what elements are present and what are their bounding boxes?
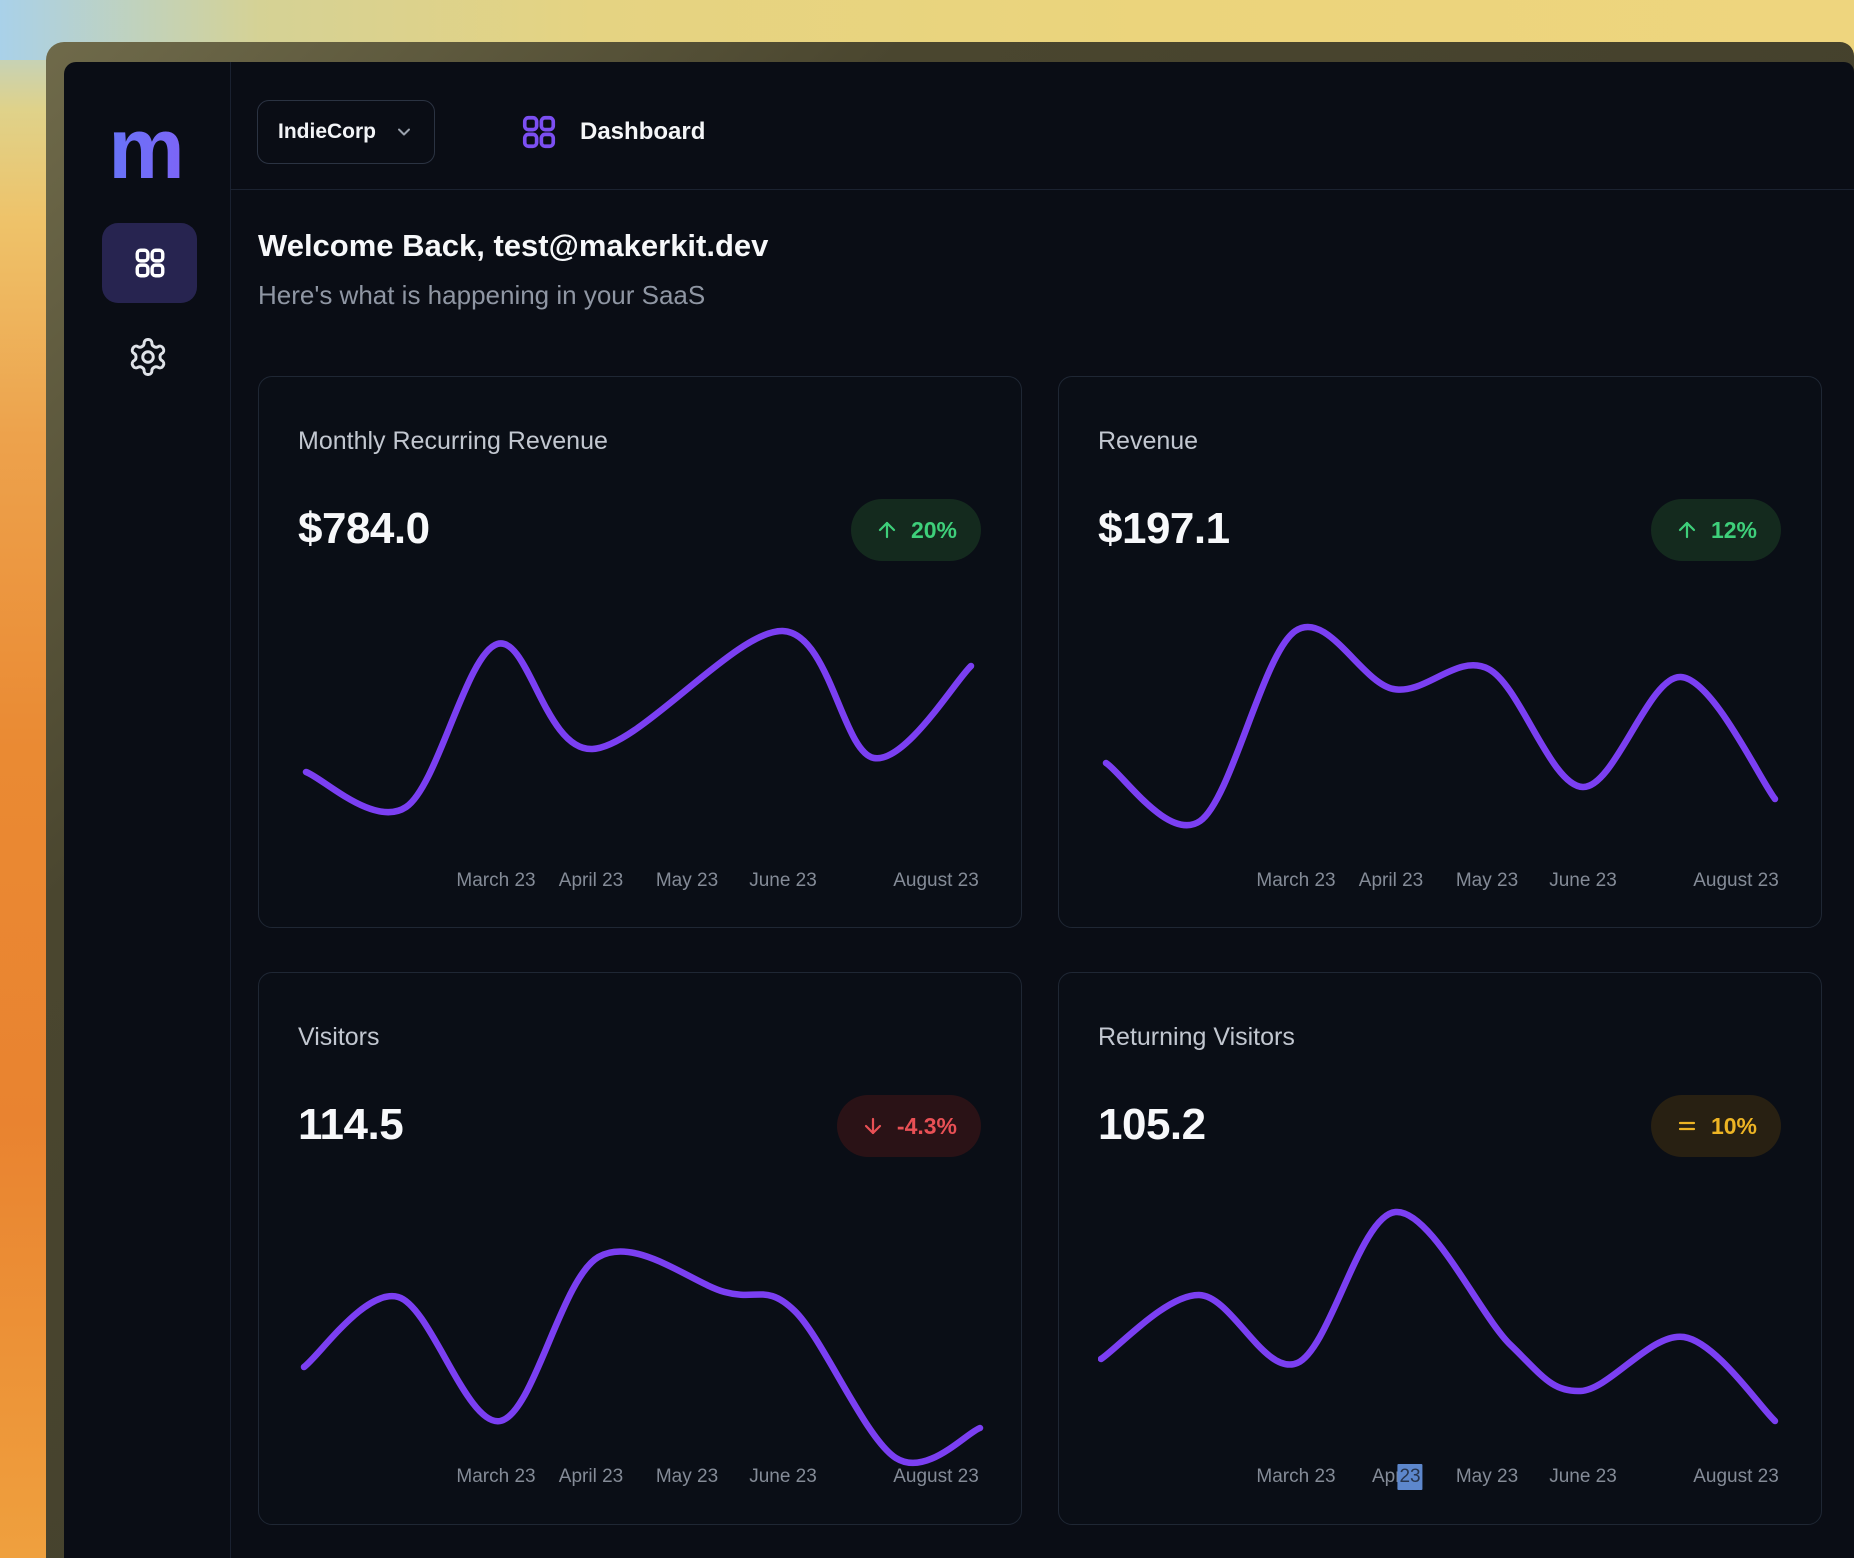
x-axis-label: August 23 xyxy=(893,868,979,894)
x-axis-label: March 23 xyxy=(1256,868,1335,894)
x-axis-labels: March 23 April 23 May 23 June 23 August 23 xyxy=(1098,1464,1784,1490)
welcome-section: Welcome Back, test@makerkit.dev Here's w… xyxy=(258,226,768,312)
sidebar-item-dashboard[interactable] xyxy=(102,223,197,303)
selection-highlight: 23 xyxy=(1397,1464,1422,1490)
x-axis-labels: March 23 April 23 May 23 June 23 August 23 xyxy=(1098,868,1784,894)
x-axis-label: April 23 xyxy=(559,1464,623,1490)
welcome-subheading: Here's what is happening in your SaaS xyxy=(258,278,768,312)
arrow-up-icon xyxy=(875,518,899,542)
x-axis-label: May 23 xyxy=(656,868,718,894)
card-value: $197.1 xyxy=(1098,501,1230,557)
x-axis-label: June 23 xyxy=(749,1464,817,1490)
sparkline-chart xyxy=(1098,1181,1784,1471)
sparkline-chart xyxy=(298,601,984,846)
x-axis-label: May 23 xyxy=(1456,1464,1518,1490)
app-header: IndieCorp xyxy=(230,62,1854,190)
card-title: Revenue xyxy=(1098,425,1198,457)
stat-card-mrr: Monthly Recurring Revenue $784.0 20% Mar… xyxy=(258,376,1022,928)
x-axis-label: March 23 xyxy=(1256,1464,1335,1490)
sidebar: m xyxy=(64,62,231,1558)
sparkline-chart xyxy=(1098,601,1784,846)
trend-badge: 12% xyxy=(1651,499,1781,561)
gear-icon xyxy=(127,336,169,378)
equals-icon xyxy=(1675,1114,1699,1138)
arrow-down-icon xyxy=(861,1114,885,1138)
x-axis-label: April 23 xyxy=(559,868,623,894)
sparkline-chart xyxy=(298,1181,984,1471)
trend-badge: -4.3% xyxy=(837,1095,981,1157)
x-axis-labels: March 23 April 23 May 23 June 23 August 23 xyxy=(298,868,984,894)
x-axis-label: August 23 xyxy=(1693,868,1779,894)
stat-card-revenue: Revenue $197.1 12% March 23 April 23 May 2… xyxy=(1058,376,1822,928)
welcome-heading: Welcome Back, test@makerkit.dev xyxy=(258,226,768,266)
app-window: m xyxy=(46,42,1854,1558)
trend-value: -4.3% xyxy=(897,1113,957,1140)
makerkit-logo: m xyxy=(64,106,229,192)
stat-card-visitors: Visitors 114.5 -4.3% March 23 April 23 May… xyxy=(258,972,1022,1525)
stats-grid: Monthly Recurring Revenue $784.0 20% Mar… xyxy=(258,376,1822,1525)
trend-value: 20% xyxy=(911,517,957,544)
chevron-down-icon xyxy=(394,122,414,142)
stat-card-returning-visitors: Returning Visitors 105.2 10% March 23 Apr… xyxy=(1058,972,1822,1525)
main-area: IndieCorp xyxy=(230,62,1854,1558)
trend-badge: 10% xyxy=(1651,1095,1781,1157)
grid-icon xyxy=(133,246,167,280)
team-switcher-button[interactable]: IndieCorp xyxy=(257,100,435,164)
x-axis-label: June 23 xyxy=(749,868,817,894)
breadcrumb: Dashboard xyxy=(520,113,705,151)
x-axis-label: August 23 xyxy=(1693,1464,1779,1490)
x-axis-label: April 23 xyxy=(1372,1464,1410,1490)
card-title: Visitors xyxy=(298,1021,380,1053)
x-axis-labels: March 23 April 23 May 23 June 23 August 23 xyxy=(298,1464,984,1490)
x-axis-label: April 23 xyxy=(1359,868,1423,894)
trend-value: 10% xyxy=(1711,1113,1757,1140)
x-axis-label: May 23 xyxy=(656,1464,718,1490)
x-axis-label: August 23 xyxy=(893,1464,979,1490)
trend-badge: 20% xyxy=(851,499,981,561)
dashboard-icon xyxy=(520,113,558,151)
card-value: $784.0 xyxy=(298,501,430,557)
card-title: Monthly Recurring Revenue xyxy=(298,425,608,457)
card-title: Returning Visitors xyxy=(1098,1021,1295,1053)
page-title: Dashboard xyxy=(580,113,705,151)
team-name: IndieCorp xyxy=(278,120,376,144)
trend-value: 12% xyxy=(1711,517,1757,544)
x-axis-label: May 23 xyxy=(1456,868,1518,894)
x-axis-label: March 23 xyxy=(456,868,535,894)
x-axis-label: June 23 xyxy=(1549,868,1617,894)
x-axis-label: March 23 xyxy=(456,1464,535,1490)
card-value: 105.2 xyxy=(1098,1097,1206,1153)
sidebar-item-settings[interactable] xyxy=(127,336,169,378)
card-value: 114.5 xyxy=(298,1097,403,1153)
app-surface: m xyxy=(64,62,1854,1558)
arrow-up-icon xyxy=(1675,518,1699,542)
x-axis-label: June 23 xyxy=(1549,1464,1617,1490)
